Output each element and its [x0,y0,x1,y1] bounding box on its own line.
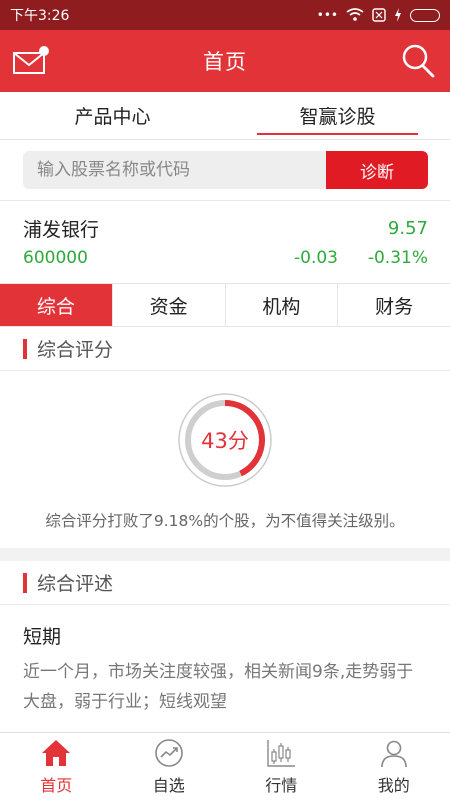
tab-institution[interactable]: 机构 [226,284,339,326]
app-header: 首页 [0,30,450,92]
diagnose-button[interactable]: 诊断 [326,151,428,189]
section-marker [23,338,27,359]
user-icon [380,740,407,767]
top-tabs: 产品中心 智赢诊股 [0,92,450,140]
tab-finance[interactable]: 财务 [338,284,450,326]
stock-name: 浦发银行 [23,218,100,241]
nav-market-label: 行情 [265,775,298,795]
review-section-header: 综合评述 [0,561,450,605]
bottom-nav: 首页 自选 行情 我的 [0,732,450,800]
score-gauge: 43分 [178,393,272,487]
nav-profile[interactable]: 我的 [338,733,450,800]
trend-icon [154,738,183,767]
section-divider [0,548,450,561]
battery-icon [410,8,440,22]
stock-change-percent: -0.31% [367,248,428,268]
stock-search-row: 诊断 [0,140,450,201]
stock-search-input[interactable] [23,151,326,189]
mail-icon[interactable] [12,44,50,78]
nav-watchlist-label: 自选 [152,775,185,795]
nav-watchlist[interactable]: 自选 [113,733,226,800]
short-term-title: 短期 [23,626,62,648]
score-description: 综合评分打败了9.18%的个股，为不值得关注级别。 [45,512,405,530]
analysis-tabs: 综合 资金 机构 财务 [0,283,450,327]
page-title: 首页 [203,50,247,74]
stock-code: 600000 [23,248,88,268]
section-marker [23,572,27,593]
nav-home[interactable]: 首页 [0,733,113,800]
stock-quote[interactable]: 浦发银行 9.57 600000 -0.03 -0.31% [0,201,450,283]
search-icon[interactable] [400,42,436,80]
review-body: 短期 近一个月，市场关注度较强，相关新闻9条,走势弱于大盘，弱于行业；短线观望 [0,606,450,717]
home-icon [42,739,71,766]
nav-home-label: 首页 [40,775,73,795]
short-term-text: 近一个月，市场关注度较强，相关新闻9条,走势弱于大盘，弱于行业；短线观望 [23,662,414,712]
status-bar: 下午3:26 ••• [0,0,450,30]
nav-market[interactable]: 行情 [225,733,338,800]
score-value: 43分 [201,429,249,453]
stock-change: -0.03 [294,248,338,268]
candlestick-icon [267,739,296,767]
score-panel: 43分 综合评分打败了9.18%的个股，为不值得关注级别。 [0,372,450,548]
score-section-title: 综合评分 [37,339,114,361]
sim-icon [372,8,386,22]
score-section-header: 综合评分 [0,327,450,371]
tab-product-center[interactable]: 产品中心 [0,92,225,139]
review-section-title: 综合评述 [37,573,114,595]
status-icons: ••• [317,8,440,22]
more-icon: ••• [316,8,338,22]
status-time: 下午3:26 [10,8,70,24]
nav-profile-label: 我的 [377,775,410,795]
wifi-icon [346,8,364,21]
tab-smart-diagnosis[interactable]: 智赢诊股 [225,92,450,139]
stock-price: 9.57 [387,217,428,239]
tab-overall[interactable]: 综合 [0,284,113,326]
charging-icon [395,8,401,22]
tab-capital[interactable]: 资金 [113,284,226,326]
